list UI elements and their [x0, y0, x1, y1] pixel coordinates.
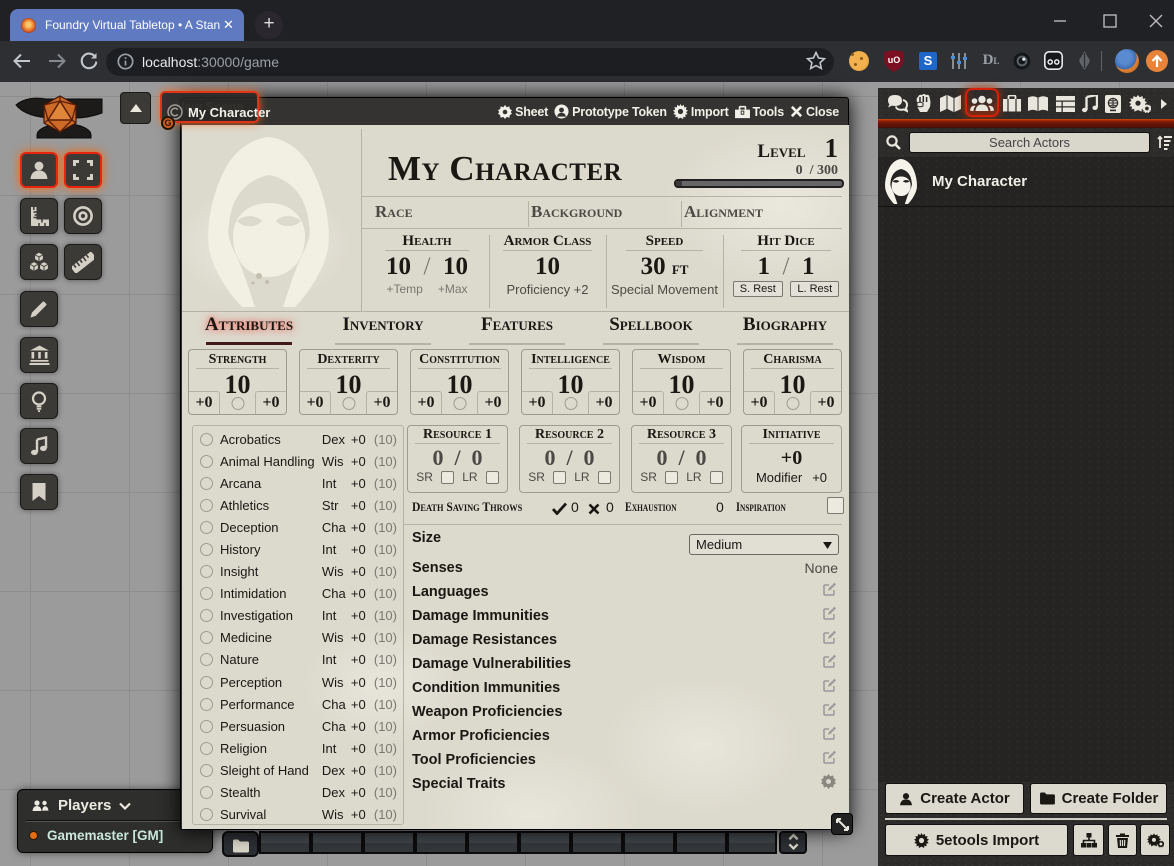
svg-text:uO: uO	[888, 55, 901, 65]
